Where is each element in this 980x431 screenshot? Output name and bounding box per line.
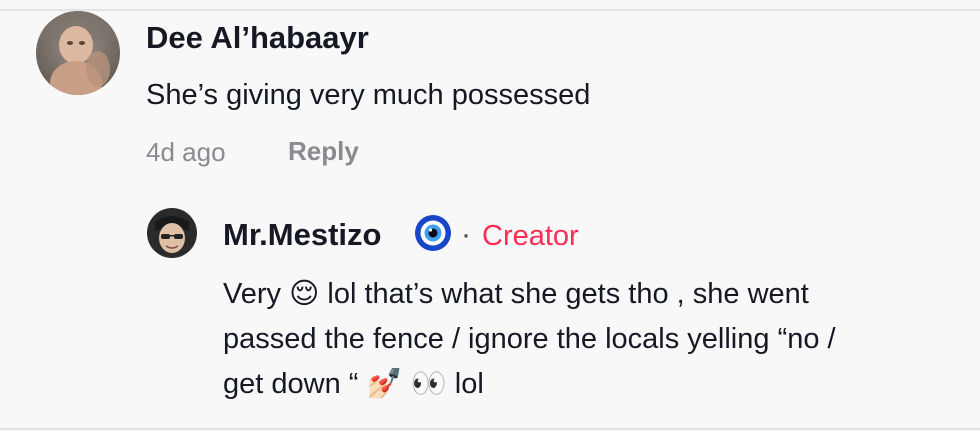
reply-text: Very 😌 lol that’s what she gets tho , sh… <box>223 272 953 407</box>
reply-text-line: get down “ 💅🏻 👀 lol <box>223 368 484 400</box>
creator-label: Creator <box>482 220 579 252</box>
reply-text-line: passed the fence / ignore the locals yel… <box>223 323 836 355</box>
separator-dot: · <box>461 218 471 251</box>
bottom-divider <box>0 428 980 430</box>
reply-button[interactable]: Reply <box>288 134 359 168</box>
nazar-eye-icon <box>414 214 452 252</box>
commenter-avatar[interactable] <box>36 11 120 95</box>
top-divider <box>0 9 980 11</box>
reply-text-line: Very 😌 lol that’s what she gets tho , sh… <box>223 278 809 310</box>
user-avatar-photo-icon <box>147 208 197 258</box>
comment-text: She’s giving very much possessed <box>146 79 591 111</box>
commenter-username[interactable]: Dee Al’habaayr <box>146 20 369 56</box>
creator-username[interactable]: Mr.Mestizo <box>223 217 381 253</box>
user-avatar-photo-icon <box>36 11 120 95</box>
comment-timestamp: 4d ago <box>146 137 226 167</box>
creator-avatar[interactable] <box>147 208 197 258</box>
